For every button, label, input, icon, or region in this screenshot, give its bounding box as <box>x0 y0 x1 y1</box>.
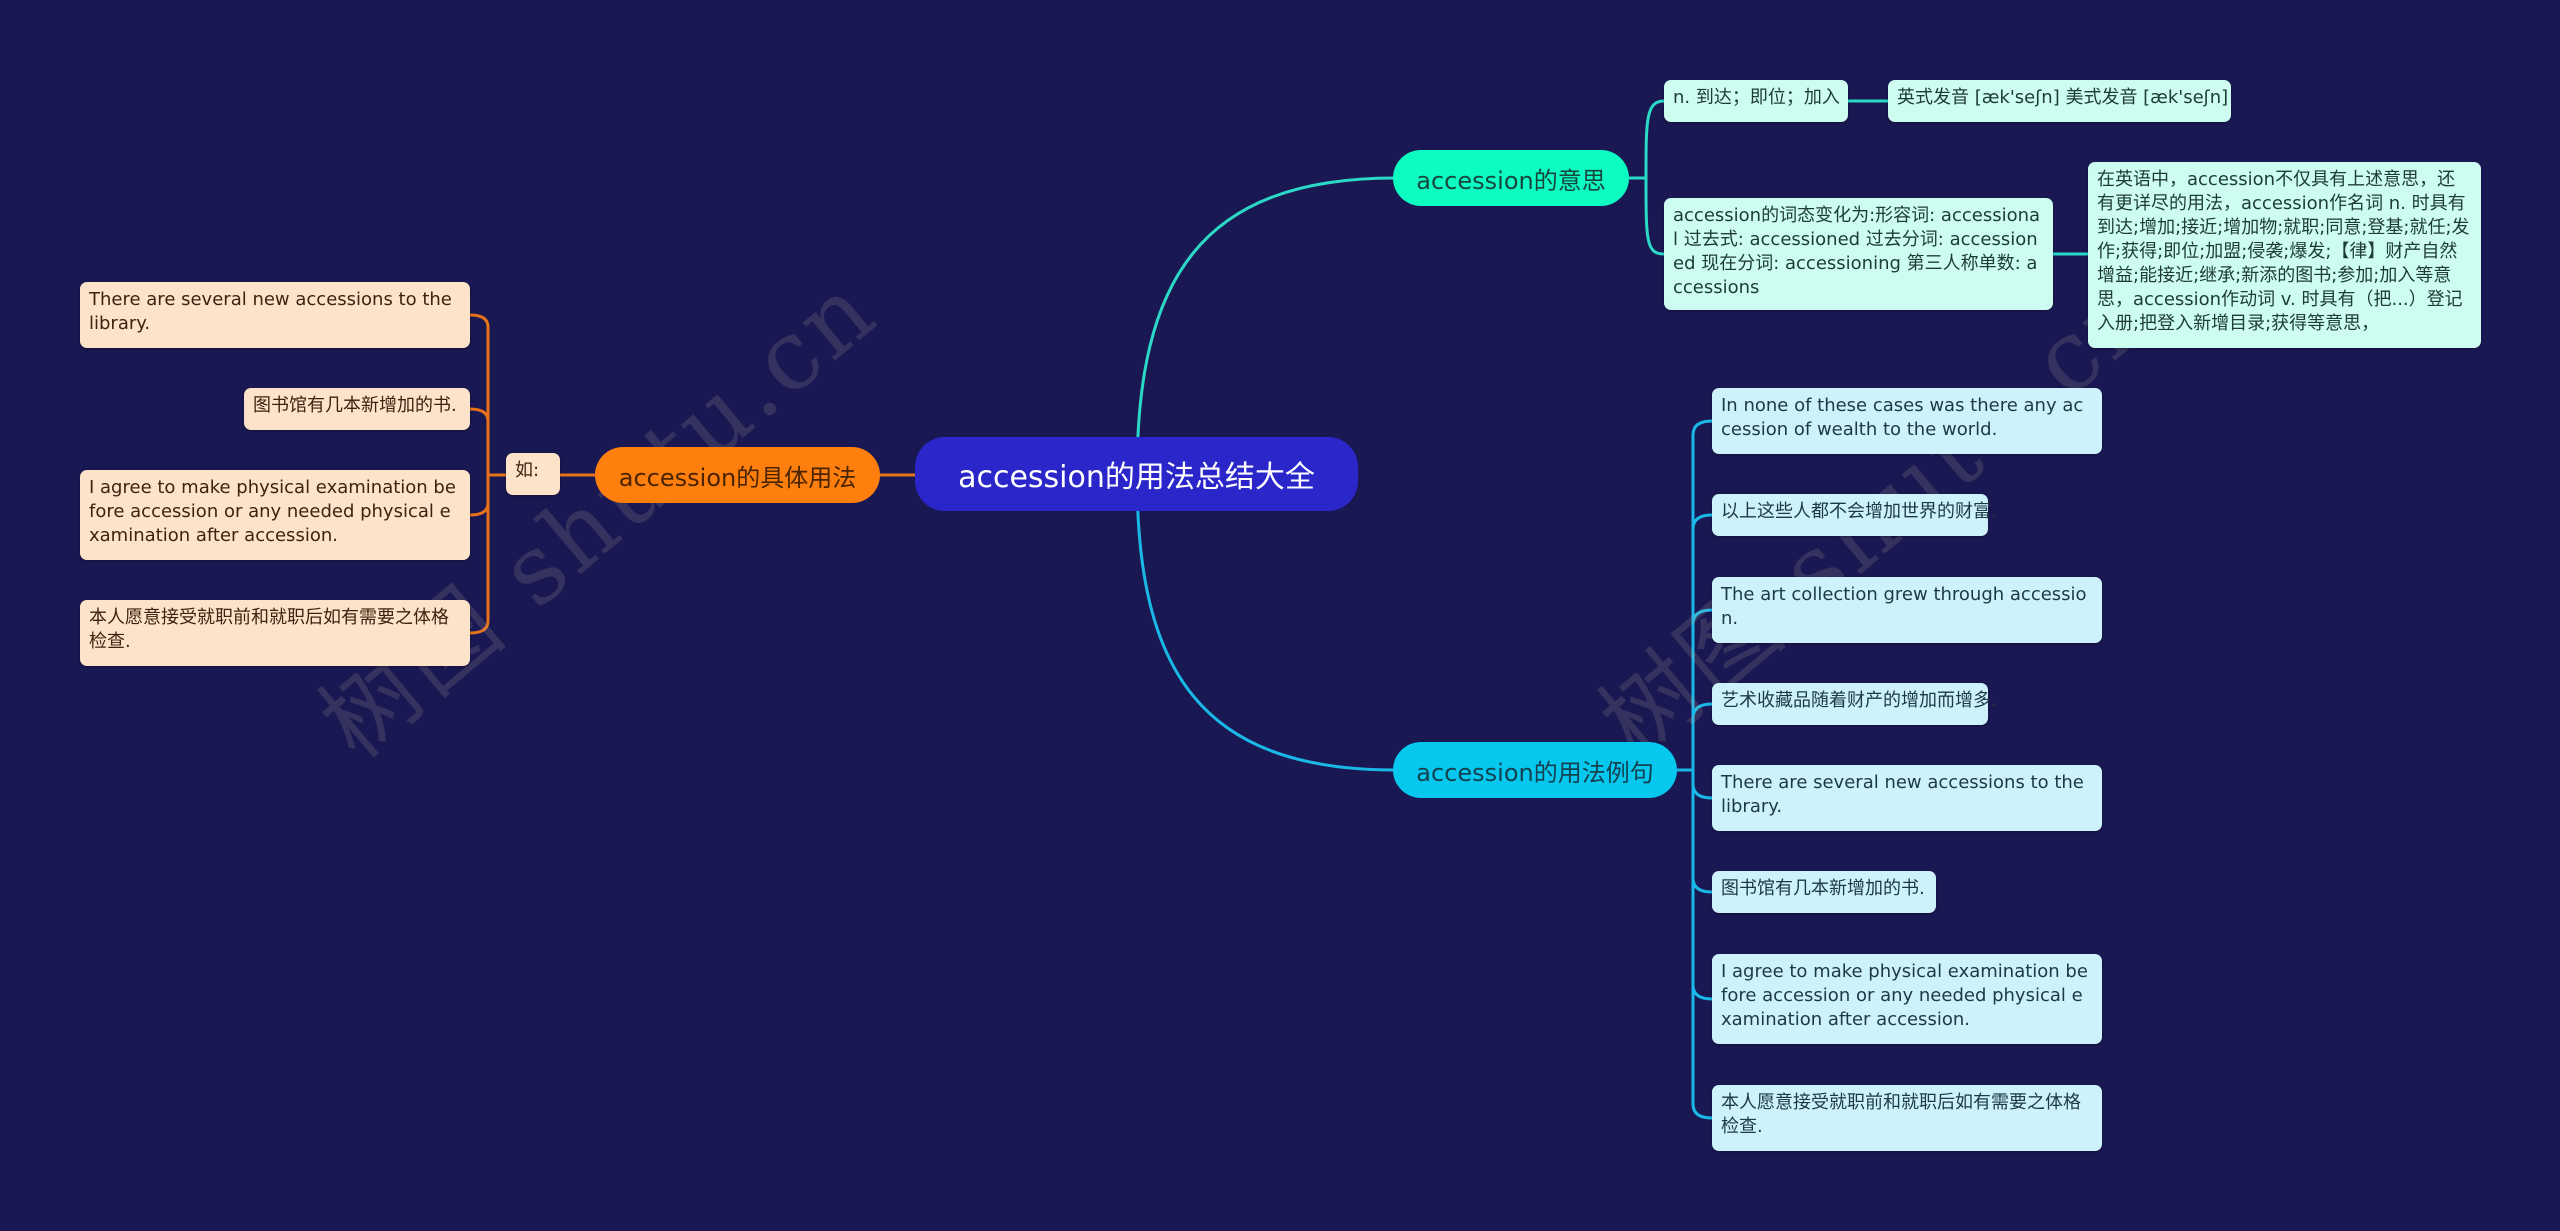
branch-meaning[interactable]: accession的意思 <box>1393 150 1629 206</box>
example-sentence-text: 艺术收藏品随着财产的增加而增多. <box>1721 690 1997 711</box>
link-meaning-child-2 <box>1644 177 1665 256</box>
example-sentence-text: In none of these cases was there any acc… <box>1721 395 2084 440</box>
branch-examples-label: accession的用法例句 <box>1416 758 1654 787</box>
link-example-2 <box>1691 513 1713 770</box>
meaning-word-forms-text: accession的词态变化为:形容词: accessional 过去式: ac… <box>1673 205 2041 298</box>
usage-example[interactable]: I agree to make physical examination bef… <box>80 470 470 560</box>
branch-examples[interactable]: accession的用法例句 <box>1393 742 1677 798</box>
link-usage-4 <box>469 475 490 635</box>
link-usage-2 <box>469 407 490 475</box>
usage-connector-node[interactable]: 如: <box>506 453 560 495</box>
root-topic[interactable]: accession的用法总结大全 <box>915 437 1358 511</box>
link-example-6 <box>1691 770 1713 894</box>
meaning-detailed-usage[interactable]: 在英语中，accession不仅具有上述意思，还有更详尽的用法，accessio… <box>2088 162 2481 348</box>
link-example-4 <box>1691 702 1713 770</box>
example-sentence[interactable]: 艺术收藏品随着财产的增加而增多. <box>1712 683 1997 725</box>
usage-example[interactable]: 图书馆有几本新增加的书. <box>244 388 470 430</box>
branch-usage-label: accession的具体用法 <box>618 463 857 492</box>
example-sentence-text: There are several new accessions to the … <box>1721 772 2084 817</box>
link-usage-3 <box>469 475 490 517</box>
link-root-examples <box>1135 474 1396 772</box>
link-example-8 <box>1691 770 1713 1120</box>
usage-example-text: 图书馆有几本新增加的书. <box>253 395 457 416</box>
link-meaning-child-1 <box>1644 99 1665 179</box>
usage-connector-text: 如: <box>515 460 540 481</box>
meaning-detailed-usage-text: 在英语中，accession不仅具有上述意思，还有更详尽的用法，accessio… <box>2097 169 2470 334</box>
example-sentence-text: 图书馆有几本新增加的书. <box>1721 878 1925 899</box>
meaning-pronunciation-text: 英式发音 [æk'seʃn] 美式发音 [æk'seʃn] <box>1897 87 2229 108</box>
example-sentence[interactable]: 图书馆有几本新增加的书. <box>1712 871 1936 913</box>
branch-meaning-label: accession的意思 <box>1416 166 1606 195</box>
branch-usage[interactable]: accession的具体用法 <box>595 447 880 503</box>
example-sentence[interactable]: 本人愿意接受就职前和就职后如有需要之体格检查. <box>1712 1085 2102 1151</box>
example-sentence-text: I agree to make physical examination bef… <box>1721 961 2088 1030</box>
meaning-pronunciation[interactable]: 英式发音 [æk'seʃn] 美式发音 [æk'seʃn] <box>1888 80 2231 122</box>
meaning-word-forms[interactable]: accession的词态变化为:形容词: accessional 过去式: ac… <box>1664 198 2053 310</box>
mindmap-canvas: 树图 shutu.cn 树图 shutu.cn accession的用法总结大全… <box>0 0 2560 1231</box>
example-sentence[interactable]: I agree to make physical examination bef… <box>1712 954 2102 1044</box>
example-sentence-text: The art collection grew through accessio… <box>1721 584 2087 629</box>
example-sentence-text: 以上这些人都不会增加世界的财富. <box>1721 501 1997 522</box>
link-example-5 <box>1691 770 1713 800</box>
link-usage-1 <box>469 313 490 475</box>
usage-example-text: 本人愿意接受就职前和就职后如有需要之体格检查. <box>89 607 449 652</box>
usage-example[interactable]: There are several new accessions to the … <box>80 282 470 348</box>
example-sentence[interactable]: The art collection grew through accessio… <box>1712 577 2102 643</box>
example-sentence[interactable]: 以上这些人都不会增加世界的财富. <box>1712 494 1997 536</box>
usage-example-text: I agree to make physical examination bef… <box>89 477 456 546</box>
link-root-meaning <box>1135 176 1396 476</box>
meaning-definition[interactable]: n. 到达；即位；加入 <box>1664 80 1848 122</box>
root-topic-label: accession的用法总结大全 <box>958 460 1315 495</box>
usage-example-text: There are several new accessions to the … <box>89 289 452 334</box>
example-sentence-text: 本人愿意接受就职前和就职后如有需要之体格检查. <box>1721 1092 2081 1137</box>
example-sentence[interactable]: There are several new accessions to the … <box>1712 765 2102 831</box>
example-sentence[interactable]: In none of these cases was there any acc… <box>1712 388 2102 454</box>
link-example-1 <box>1691 419 1713 770</box>
link-example-3 <box>1691 608 1713 770</box>
usage-example[interactable]: 本人愿意接受就职前和就职后如有需要之体格检查. <box>80 600 470 666</box>
meaning-definition-text: n. 到达；即位；加入 <box>1673 87 1840 108</box>
